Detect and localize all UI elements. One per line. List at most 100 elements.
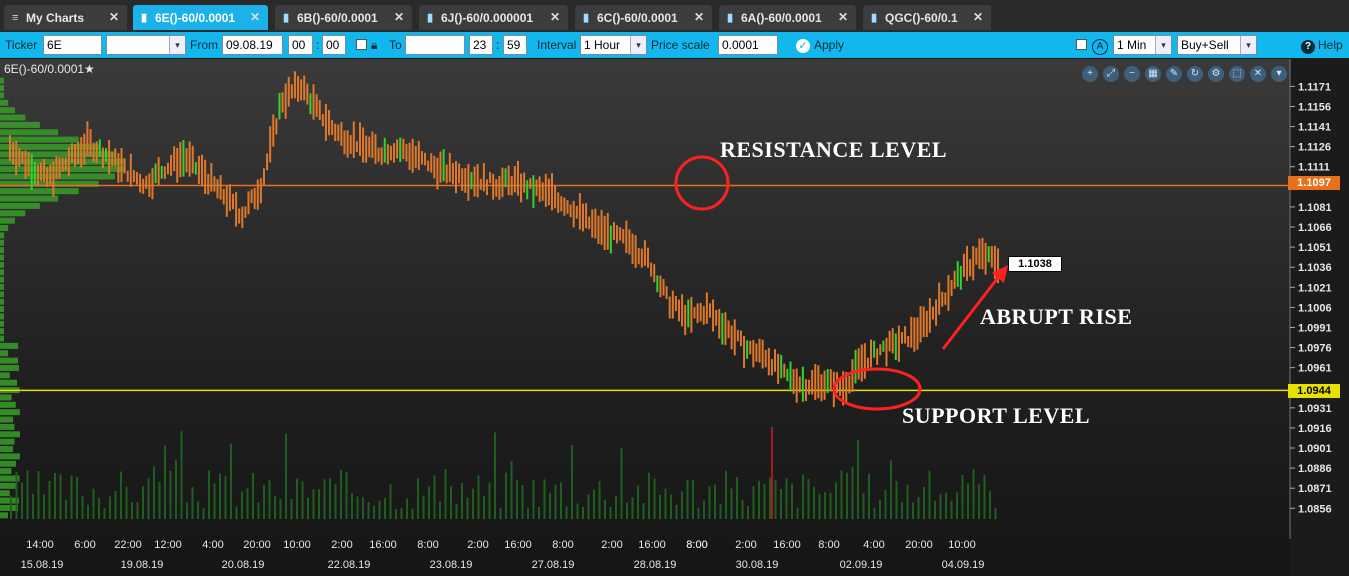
volume-bar <box>367 501 370 519</box>
tab-my-charts[interactable]: ≡ My Charts ✕ <box>4 5 127 30</box>
x-date-tick-label: 30.08.19 <box>736 559 779 571</box>
volume-profile-bar <box>0 99 9 106</box>
volume-bar <box>906 484 909 519</box>
volume-bar <box>868 473 870 519</box>
collapse-icon[interactable]: ▾ <box>1271 66 1287 82</box>
tab-6c[interactable]: ▮ 6C()-60/0.0001 ✕ <box>575 5 712 30</box>
volume-bar <box>153 466 155 519</box>
resistance-price-tag: 1.1097 <box>1288 176 1340 190</box>
expand-icon[interactable]: ⬚ <box>1229 66 1245 82</box>
tab-label: 6A()-60/0.0001 <box>741 10 822 25</box>
to-min-input[interactable]: 59 <box>503 35 527 55</box>
chevron-down-icon: ▾ <box>1155 36 1171 54</box>
volume-profile-bar <box>0 202 40 209</box>
lock-icon[interactable]: 🔒︎ <box>371 32 377 58</box>
check-circle-icon: ✓ <box>796 39 810 53</box>
y-tick-label: 1.0871 <box>1298 483 1332 495</box>
support-annotation: SUPPORT LEVEL <box>902 403 1091 428</box>
close-chart-icon[interactable]: ✕ <box>1250 66 1266 82</box>
auto-scale-icon[interactable]: A <box>1092 32 1108 58</box>
bar-chart-icon: ▮ <box>283 11 290 24</box>
volume-bar <box>136 502 139 519</box>
volume-bar <box>813 486 815 519</box>
volume-bar <box>521 485 524 519</box>
chart-area[interactable]: 1.1171 1.1156 1.1141 1.1126 1.1111 1.1081 1.10… <box>0 59 1349 576</box>
price-chart[interactable]: 1.1171 1.1156 1.1141 1.1126 1.1111 1.1081 1.10… <box>0 59 1349 576</box>
help-button[interactable]: ? Help <box>1301 32 1343 58</box>
volume-bar <box>505 472 507 519</box>
close-icon[interactable]: ✕ <box>838 10 848 24</box>
to-date-checkbox[interactable] <box>356 39 367 50</box>
volume-bar <box>213 483 216 519</box>
from-date-input[interactable]: 09.08.19 <box>222 35 283 55</box>
grid-icon[interactable]: ▦ <box>1145 66 1161 82</box>
volume-bar <box>65 499 67 519</box>
volume-bar <box>37 470 40 519</box>
timeframe-select[interactable]: 1 Min ▾ <box>1113 35 1172 55</box>
ticker-select[interactable]: ▾ <box>106 35 186 55</box>
tab-6b[interactable]: ▮ 6B()-60/0.0001 ✕ <box>275 5 412 30</box>
volume-profile-bar <box>0 254 4 261</box>
volume-bar <box>604 499 606 519</box>
volume-bar <box>516 480 518 519</box>
close-icon[interactable]: ✕ <box>109 10 119 24</box>
price-scale-input[interactable]: 0.0001 <box>718 35 778 55</box>
volume-bar <box>191 487 194 519</box>
refresh-icon[interactable]: ↻ <box>1187 66 1203 82</box>
y-tick-label: 1.0961 <box>1298 363 1332 375</box>
x-time-tick-label: 12:00 <box>154 539 182 551</box>
volume-bar <box>422 495 425 519</box>
volume-bar <box>274 496 276 519</box>
volume-profile-bar <box>0 409 20 416</box>
menu-icon: ≡ <box>12 11 19 24</box>
apply-button[interactable]: ✓ Apply <box>796 32 844 58</box>
close-icon[interactable]: ✕ <box>694 10 704 24</box>
from-min-input[interactable]: 00 <box>322 35 346 55</box>
volume-bar <box>180 431 183 519</box>
ticker-label: Ticker <box>5 38 38 52</box>
volume-bar <box>664 488 667 519</box>
tab-6a[interactable]: ▮ 6A()-60/0.0001 ✕ <box>719 5 856 30</box>
zoom-fit-icon[interactable]: ⤢ <box>1103 66 1119 82</box>
timeframe-value: 1 Min <box>1117 38 1147 52</box>
to-date-input[interactable] <box>405 35 465 55</box>
close-icon[interactable]: ✕ <box>973 10 983 24</box>
volume-bar <box>318 489 320 519</box>
from-hour-input[interactable]: 00 <box>288 35 313 55</box>
tab-6j[interactable]: ▮ 6J()-60/0.000001 ✕ <box>419 5 568 30</box>
tab-6e[interactable]: ▮ 6E()-60/0.0001 ✕ <box>133 5 268 30</box>
y-tick-label: 1.1036 <box>1298 262 1332 274</box>
volume-profile-bar <box>0 401 16 408</box>
ticker-input[interactable]: 6E <box>43 35 102 55</box>
tab-qgc[interactable]: ▮ QGC()-60/0.1 ✕ <box>863 5 991 30</box>
volume-bar <box>648 472 650 519</box>
close-icon[interactable]: ✕ <box>394 10 404 24</box>
to-hour-input[interactable]: 23 <box>469 35 493 55</box>
volume-bar <box>769 477 771 519</box>
volume-bar <box>246 488 249 519</box>
volume-profile-bar <box>0 335 4 342</box>
auto-checkbox[interactable] <box>1076 39 1087 50</box>
volume-bar <box>571 444 573 519</box>
y-tick-label: 1.0991 <box>1298 322 1332 334</box>
settings-icon[interactable]: ⚙ <box>1208 66 1224 82</box>
zoom-out-icon[interactable]: − <box>1124 66 1140 82</box>
draw-icon[interactable]: ✎ <box>1166 66 1182 82</box>
volume-bar <box>323 479 326 519</box>
close-icon[interactable]: ✕ <box>250 10 260 24</box>
side-select[interactable]: Buy+Sell ▾ <box>1177 35 1257 55</box>
interval-select[interactable]: 1 Hour ▾ <box>580 35 647 55</box>
chart-title: 6E()-60/0.0001★ <box>4 62 95 76</box>
x-date-tick-label: 20.08.19 <box>222 559 265 571</box>
volume-profile-bar <box>0 188 79 195</box>
volume-bar <box>59 474 62 519</box>
volume-bar <box>109 496 111 519</box>
volume-profile-bar <box>0 225 9 232</box>
volume-bar <box>851 466 854 519</box>
close-icon[interactable]: ✕ <box>550 10 560 24</box>
bar-chart-icon: ▮ <box>141 11 148 24</box>
volume-bar <box>175 459 177 519</box>
toolbar: Ticker 6E ▾ From 09.08.19 00 : 00 🔒︎ To … <box>0 32 1349 58</box>
zoom-in-icon[interactable]: + <box>1082 66 1098 82</box>
volume-bar <box>296 478 298 519</box>
